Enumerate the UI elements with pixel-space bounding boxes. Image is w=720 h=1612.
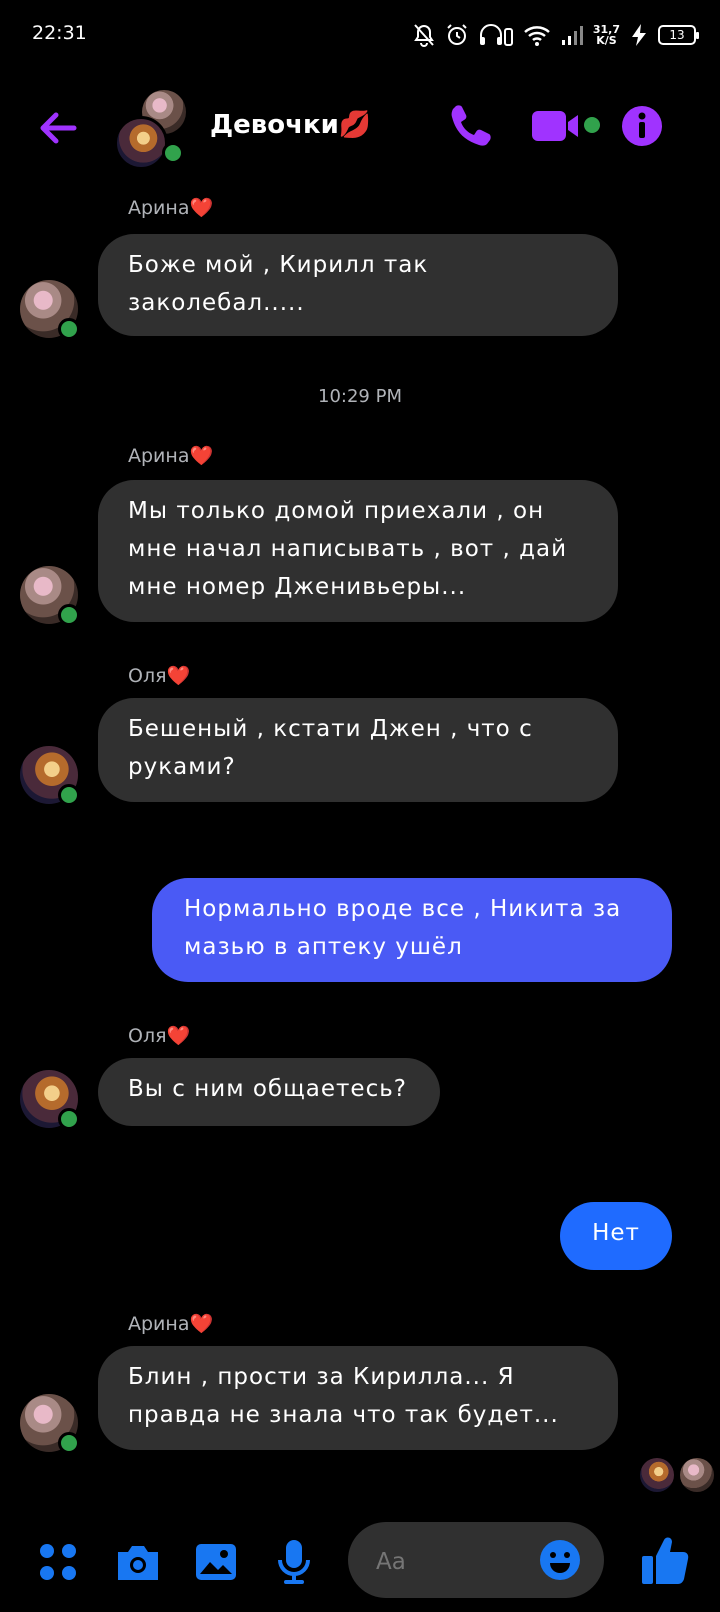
battery: 13 bbox=[658, 25, 699, 45]
info-button[interactable] bbox=[618, 100, 666, 152]
online-indicator bbox=[58, 604, 80, 626]
avatar-olya bbox=[114, 116, 168, 170]
notifications-off-icon bbox=[413, 24, 434, 47]
message-bubble[interactable]: Блин , прости за Кирилла... Я правда не … bbox=[98, 1346, 618, 1450]
image-icon bbox=[196, 1544, 236, 1580]
wifi-icon bbox=[524, 26, 550, 46]
smile-icon bbox=[540, 1540, 580, 1580]
message-bubble[interactable]: Вы с ним общаетесь? bbox=[98, 1058, 440, 1126]
microphone-icon bbox=[278, 1540, 310, 1584]
net-speed: 31,7 K/S bbox=[593, 24, 620, 46]
grid-dots-icon bbox=[40, 1544, 76, 1580]
online-indicator bbox=[162, 142, 184, 164]
camera-button[interactable] bbox=[114, 1538, 162, 1586]
info-icon bbox=[622, 106, 662, 146]
emoji-button[interactable] bbox=[538, 1538, 582, 1582]
sender-name: Арина❤️ bbox=[128, 197, 214, 219]
read-receipt-olya bbox=[640, 1458, 674, 1492]
video-camera-icon bbox=[532, 111, 600, 141]
message-avatar[interactable] bbox=[20, 1070, 80, 1130]
message-avatar[interactable] bbox=[20, 280, 80, 340]
gallery-button[interactable] bbox=[192, 1538, 240, 1586]
apps-button[interactable] bbox=[34, 1538, 82, 1586]
avatar-arina bbox=[680, 1458, 714, 1492]
read-receipt-arina bbox=[680, 1458, 714, 1492]
headphones-icon bbox=[479, 24, 513, 46]
timestamp: 10:29 PM bbox=[318, 386, 402, 407]
message-bubble[interactable]: Бешеный , кстати Джен , что с руками? bbox=[98, 698, 618, 802]
message-avatar[interactable] bbox=[20, 1394, 80, 1454]
message-composer[interactable] bbox=[348, 1522, 604, 1598]
message-bubble-outgoing[interactable]: Нет bbox=[560, 1202, 672, 1270]
message-bubble-outgoing[interactable]: Нормально вроде все , Никита за мазью в … bbox=[152, 878, 672, 982]
message-input[interactable] bbox=[374, 1544, 548, 1580]
camera-icon bbox=[118, 1546, 158, 1580]
arrow-left-icon bbox=[40, 112, 77, 144]
online-indicator bbox=[58, 318, 80, 340]
sender-name: Арина❤️ bbox=[128, 1313, 214, 1335]
online-indicator bbox=[58, 1432, 80, 1454]
online-indicator bbox=[58, 1108, 80, 1130]
message-bubble[interactable]: Мы только домой приехали , он мне начал … bbox=[98, 480, 618, 622]
alarm-icon bbox=[447, 24, 467, 45]
signal-icon bbox=[561, 26, 583, 45]
online-indicator bbox=[58, 784, 80, 806]
call-button[interactable] bbox=[444, 100, 496, 152]
video-call-button[interactable] bbox=[530, 100, 602, 152]
message-avatar[interactable] bbox=[20, 566, 80, 626]
back-button[interactable] bbox=[34, 104, 82, 152]
message-bubble[interactable]: Боже мой , Кирилл так заколебал..... bbox=[98, 234, 618, 336]
sender-name: Арина❤️ bbox=[128, 445, 214, 467]
voice-button[interactable] bbox=[270, 1538, 318, 1586]
status-icons: 31,7 K/S 13 bbox=[413, 18, 699, 52]
sender-name: Оля❤️ bbox=[128, 1025, 191, 1047]
net-speed-unit: K/S bbox=[596, 34, 617, 47]
phone-icon bbox=[451, 105, 491, 146]
group-avatar[interactable] bbox=[114, 88, 194, 170]
chat-title[interactable]: Девочки💋 bbox=[210, 110, 371, 140]
like-button[interactable] bbox=[640, 1534, 690, 1586]
sender-name: Оля❤️ bbox=[128, 665, 191, 687]
avatar-olya bbox=[640, 1458, 674, 1492]
thumbs-up-icon bbox=[642, 1537, 689, 1584]
status-time: 22:31 bbox=[32, 22, 87, 44]
message-avatar[interactable] bbox=[20, 746, 80, 806]
charging-icon bbox=[632, 24, 646, 46]
